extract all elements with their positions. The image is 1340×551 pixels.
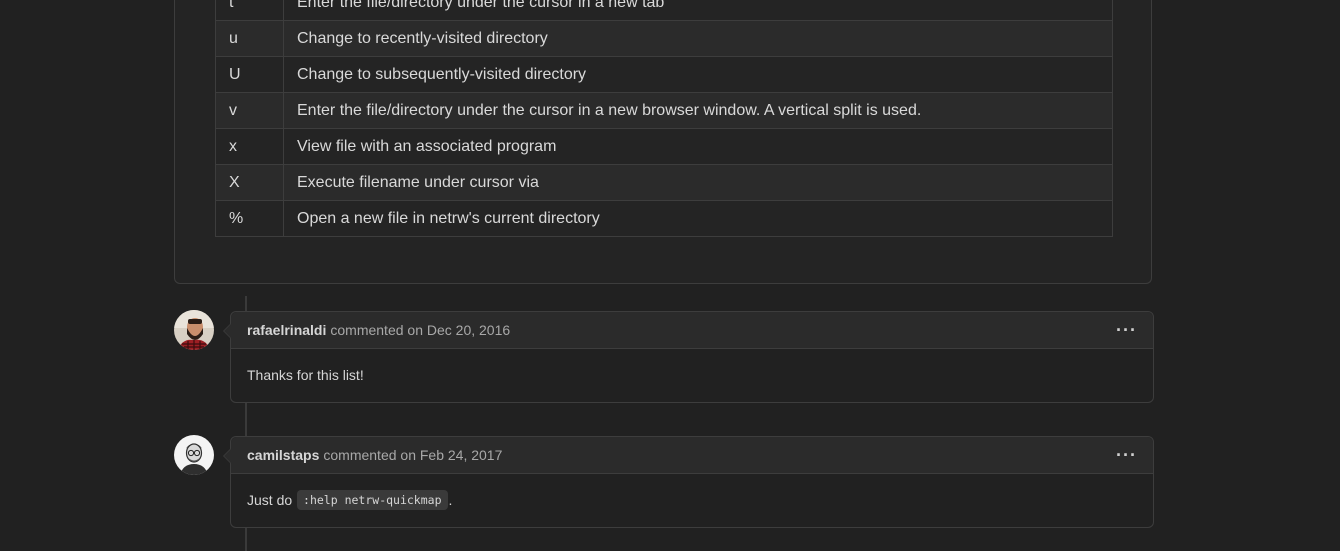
key-cell: % xyxy=(215,200,284,237)
comment-text-prefix: Just do xyxy=(247,492,293,508)
comment-text: Thanks for this list! xyxy=(247,367,364,383)
comment-timestamp[interactable]: commented on Dec 20, 2016 xyxy=(330,322,510,338)
table-row: % Open a new file in netrw's current dir… xyxy=(215,200,1113,237)
table-row: x View file with an associated program xyxy=(215,128,1113,165)
comment-author-link[interactable]: rafaelrinaldi xyxy=(247,322,326,338)
description-cell: Execute filename under cursor via xyxy=(283,164,1113,201)
description-cell: Open a new file in netrw's current direc… xyxy=(283,200,1113,237)
comment: rafaelrinaldi commented on Dec 20, 2016 … xyxy=(223,311,1154,403)
comment-text-suffix: . xyxy=(448,492,453,508)
inline-code: :help netrw-quickmap xyxy=(297,490,448,510)
description-cell: Enter the file/directory under the curso… xyxy=(283,0,1113,21)
description-cell: Change to recently-visited directory xyxy=(283,20,1113,57)
kebab-horizontal-icon[interactable]: ··· xyxy=(1116,446,1137,464)
key-cell: X xyxy=(215,164,284,201)
timeline-line xyxy=(245,296,247,311)
avatar[interactable] xyxy=(174,435,214,475)
description-cell: Change to subsequently-visited directory xyxy=(283,56,1113,93)
comment-header: rafaelrinaldi commented on Dec 20, 2016 … xyxy=(231,312,1153,349)
key-cell: u xyxy=(215,20,284,57)
key-cell: x xyxy=(215,128,284,165)
description-cell: View file with an associated program xyxy=(283,128,1113,165)
comment-author-link[interactable]: camilstaps xyxy=(247,447,319,463)
table-row: v Enter the file/directory under the cur… xyxy=(215,92,1113,129)
table-row: X Execute filename under cursor via xyxy=(215,164,1113,201)
timeline-line xyxy=(245,402,247,436)
comment-header: camilstaps commented on Feb 24, 2017 ··· xyxy=(231,437,1153,474)
keymap-table: t Enter the file/directory under the cur… xyxy=(215,0,1113,237)
key-cell: t xyxy=(215,0,284,21)
key-cell: v xyxy=(215,92,284,129)
comment-body: Just do :help netrw-quickmap. xyxy=(231,474,1153,526)
timeline-line xyxy=(245,527,247,551)
table-row: t Enter the file/directory under the cur… xyxy=(215,0,1113,21)
avatar[interactable] xyxy=(174,310,214,350)
key-cell: U xyxy=(215,56,284,93)
comment-timestamp[interactable]: commented on Feb 24, 2017 xyxy=(323,447,502,463)
description-cell: Enter the file/directory under the curso… xyxy=(283,92,1113,129)
avatar-bearded-man-icon xyxy=(174,310,214,350)
comment: camilstaps commented on Feb 24, 2017 ···… xyxy=(223,436,1154,528)
comment-body: Thanks for this list! xyxy=(231,349,1153,401)
kebab-horizontal-icon[interactable]: ··· xyxy=(1116,321,1137,339)
table-row: u Change to recently-visited directory xyxy=(215,20,1113,57)
table-row: U Change to subsequently-visited directo… xyxy=(215,56,1113,93)
avatar-man-glasses-icon xyxy=(174,435,214,475)
